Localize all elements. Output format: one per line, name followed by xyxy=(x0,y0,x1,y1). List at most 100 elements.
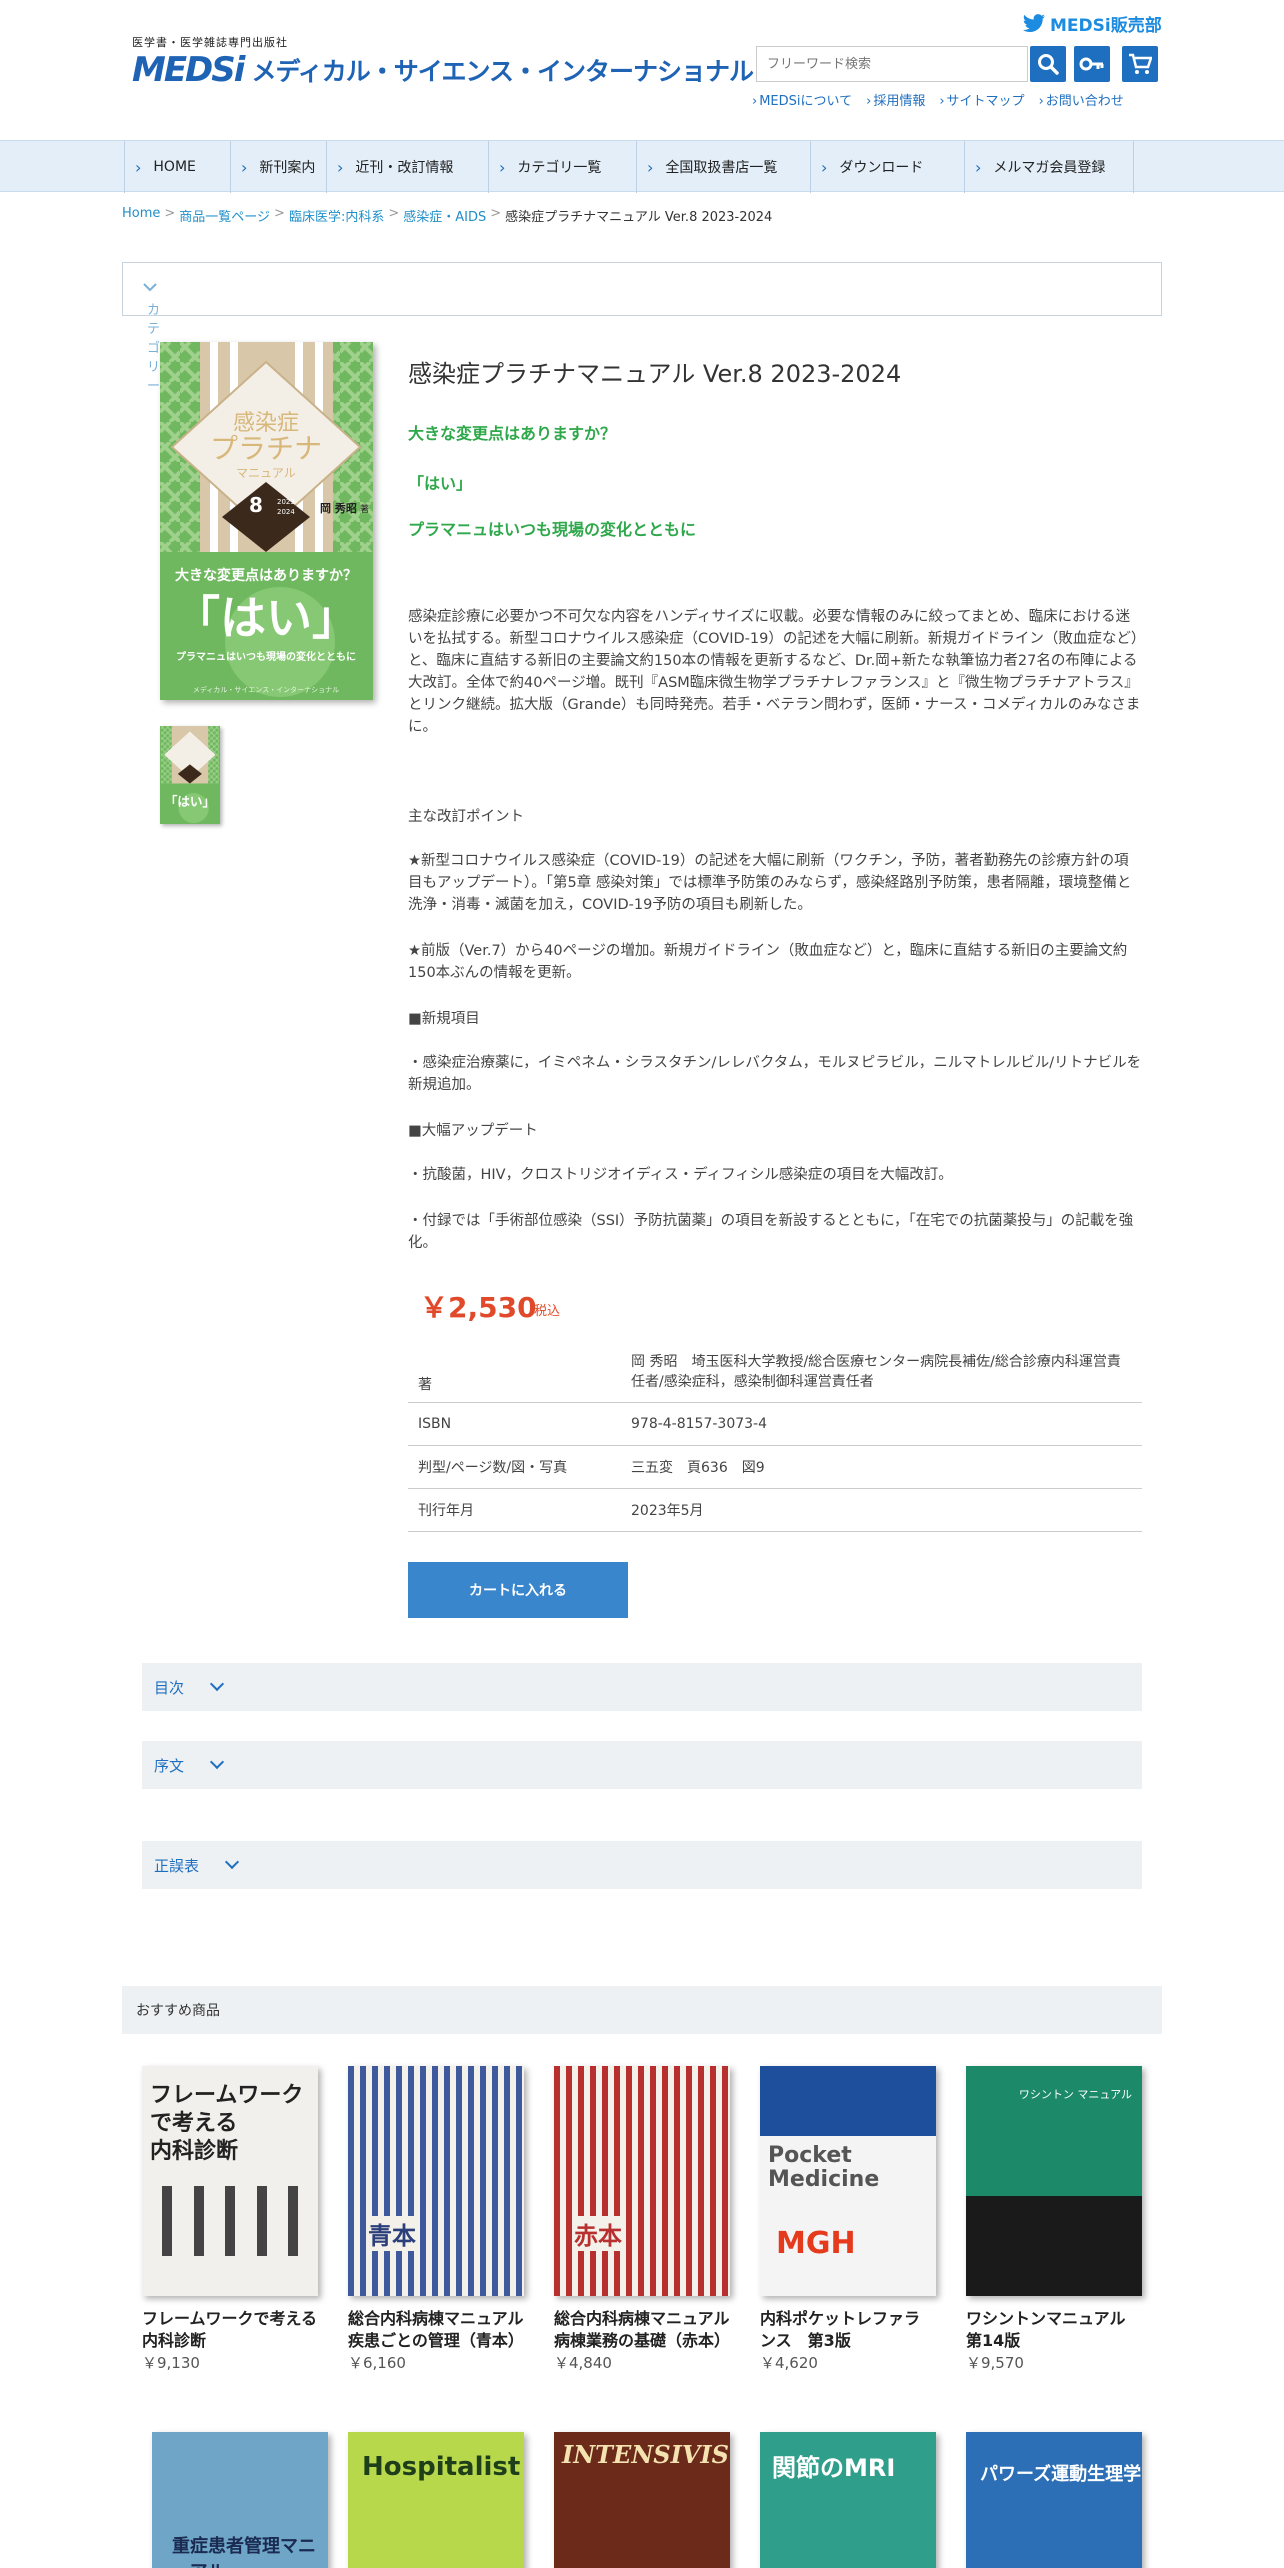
spec-key: 刊行年月 xyxy=(408,1488,621,1532)
accordion-preface[interactable]: 序文 xyxy=(142,1741,1142,1789)
recommended-cover[interactable]: パワーズ運動生理学 xyxy=(966,2432,1142,2568)
utility-links: MEDSiについて 採用情報 サイトマップ お問い合わせ xyxy=(752,90,1124,109)
global-nav: HOME 新刊案内 近刊・改訂情報 カテゴリ一覧 全国取扱書店一覧 ダウンロード… xyxy=(0,140,1284,193)
svg-text:岡 秀昭: 岡 秀昭 xyxy=(320,501,357,515)
recommended-item[interactable]: 重症患者管理マニュアル xyxy=(152,2432,328,2568)
recommended-cover[interactable]: 赤本 xyxy=(554,2066,730,2296)
search-icon xyxy=(1038,54,1059,75)
recommended-item[interactable]: INTENSIVIST xyxy=(554,2432,730,2568)
recommended-cover[interactable]: フレームワークで考える 内科診断 xyxy=(142,2066,318,2296)
spec-row-author: 著 岡 秀昭 埼玉医科大学教授/総合医療センター病院長補佐/総合診療内科運営責任… xyxy=(408,1340,1142,1403)
revision-points-heading: 主な改訂ポイント xyxy=(408,809,524,825)
recommended-price: ￥9,130 xyxy=(142,2354,200,2372)
price-tax-label: 税込 xyxy=(534,1304,561,1319)
recommended-name[interactable]: 総合内科病棟マニュアル 疾患ごとの管理（青本） xyxy=(348,2308,540,2352)
revision-point-2: ★前版（Ver.7）から40ページの増加。新規ガイドライン（敗血症など）と，臨床… xyxy=(408,943,1128,981)
logo-mark: MEDSi xyxy=(132,50,245,90)
update-item-1: ・抗酸菌，HIV，クロストリジオイディス・ディフィシル感染症の項目を大幅改訂。 xyxy=(408,1167,953,1183)
util-link-sitemap[interactable]: サイトマップ xyxy=(939,90,1025,109)
recommended-price: ￥9,570 xyxy=(966,2354,1024,2372)
svg-text:プラマニュはいつも現場の変化とともに: プラマニュはいつも現場の変化とともに xyxy=(176,650,356,663)
nav-newsletter[interactable]: メルマガ会員登録 xyxy=(964,141,1134,193)
util-link-contact[interactable]: お問い合わせ xyxy=(1039,90,1124,109)
recommended-cover[interactable]: 青本 xyxy=(348,2066,524,2296)
site-logo[interactable]: MEDSi メディカル・サイエンス・インターナショナル xyxy=(132,50,754,90)
recommended-item[interactable]: ワシントン マニュアル ワシントンマニュアル 第14版 ￥9,570 xyxy=(966,2066,1142,2373)
nav-home[interactable]: HOME xyxy=(124,141,230,193)
accordion-toc[interactable]: 目次 xyxy=(142,1663,1142,1711)
search-button[interactable] xyxy=(1030,46,1066,82)
breadcrumb-home[interactable]: Home xyxy=(122,206,160,225)
accordion-label: 序文 xyxy=(154,1756,185,1775)
breadcrumb-products[interactable]: 商品一覧ページ xyxy=(179,206,270,225)
nav-upcoming[interactable]: 近刊・改訂情報 xyxy=(326,141,488,193)
recommended-item[interactable]: 赤本 総合内科病棟マニュアル 病棟業務の基礎（赤本） ￥4,840 xyxy=(554,2066,746,2373)
spec-value: 2023年5月 xyxy=(621,1488,1142,1532)
recommended-item[interactable]: 関節のMRI xyxy=(760,2432,936,2568)
book-cover-image[interactable]: 感染症 プラチナ マニュアル 8 2023 2024 岡 秀昭 著 大きな変更点… xyxy=(160,342,373,700)
nav-download[interactable]: ダウンロード xyxy=(810,141,964,193)
recommended-cover[interactable]: ワシントン マニュアル xyxy=(966,2066,1142,2296)
recommended-item[interactable]: パワーズ運動生理学 xyxy=(966,2432,1142,2568)
util-link-careers[interactable]: 採用情報 xyxy=(866,90,925,109)
cover-art: 感染症 プラチナ マニュアル 8 2023 2024 岡 秀昭 著 大きな変更点… xyxy=(160,342,373,700)
recommended-name[interactable]: 総合内科病棟マニュアル 病棟業務の基礎（赤本） xyxy=(554,2308,746,2352)
search-input[interactable] xyxy=(756,46,1028,82)
nav-categories[interactable]: カテゴリ一覧 xyxy=(488,141,636,193)
util-link-about[interactable]: MEDSiについて xyxy=(752,90,852,109)
recommended-name[interactable]: フレームワークで考える内科診断 xyxy=(142,2308,318,2352)
recommended-name[interactable]: 内科ポケットレファランス 第3版 xyxy=(760,2308,936,2352)
add-to-cart-button[interactable]: カートに入れる xyxy=(408,1562,628,1618)
recommended-item[interactable]: Pocket Medicine MGH 内科ポケットレファランス 第3版 ￥4,… xyxy=(760,2066,936,2373)
category-dropdown[interactable]: カテゴリー xyxy=(122,262,1162,394)
accordion-label: 正誤表 xyxy=(154,1856,200,1875)
spec-row-isbn: ISBN 978-4-8157-3073-4 xyxy=(408,1402,1142,1446)
svg-text:著: 著 xyxy=(360,503,369,515)
recommended-cover[interactable]: Hospitalist xyxy=(348,2432,524,2568)
recommended-item[interactable]: Hospitalist xyxy=(348,2432,524,2568)
publisher-tagline: 医学書・医学雑誌専門出版社 xyxy=(132,36,288,49)
chevron-down-icon xyxy=(224,1854,240,1870)
cart-button[interactable] xyxy=(1122,46,1158,82)
login-button[interactable] xyxy=(1074,46,1110,82)
nav-new-releases[interactable]: 新刊案内 xyxy=(230,141,326,193)
accordion-errata[interactable]: 正誤表 xyxy=(142,1841,1142,1889)
spec-key: 判型/ページ数/図・写真 xyxy=(408,1445,621,1489)
svg-text:2023: 2023 xyxy=(277,498,295,506)
logo-name: メディカル・サイエンス・インターナショナル xyxy=(251,57,754,86)
svg-text:マニュアル: マニュアル xyxy=(236,466,296,480)
spec-key: ISBN xyxy=(408,1402,621,1446)
update-item-2: ・付録では「手術部位感染（SSI）予防抗菌薬」の項目を新設するとともに，「在宅で… xyxy=(408,1213,1134,1251)
category-label: カテゴリー xyxy=(135,281,160,394)
book-cover-thumbnail[interactable]: 「はい」 xyxy=(160,726,220,824)
recommended-item[interactable]: フレームワークで考える 内科診断 フレームワークで考える内科診断 ￥9,130 xyxy=(142,2066,318,2373)
updates-heading: ■大幅アップデート xyxy=(408,1123,538,1139)
recommended-item[interactable]: 青本 総合内科病棟マニュアル 疾患ごとの管理（青本） ￥6,160 xyxy=(348,2066,540,2373)
breadcrumb-internal-medicine[interactable]: 臨床医学:内科系 xyxy=(289,206,384,225)
recommended-cover[interactable]: Pocket Medicine MGH xyxy=(760,2066,936,2296)
recommended-heading: おすすめ商品 xyxy=(122,1986,1162,2034)
svg-text:大きな変更点はありますか？: 大きな変更点はありますか？ xyxy=(175,567,357,584)
breadcrumb-current: 感染症プラチナマニュアル Ver.8 2023-2024 xyxy=(505,210,773,225)
nav-bookstores[interactable]: 全国取扱書店一覧 xyxy=(636,141,810,193)
svg-text:8: 8 xyxy=(249,493,263,517)
twitter-icon xyxy=(1023,13,1045,32)
new-items-heading: ■新規項目 xyxy=(408,1011,480,1027)
svg-text:2024: 2024 xyxy=(277,508,295,516)
recommended-price: ￥6,160 xyxy=(348,2354,406,2372)
recommended-cover[interactable]: 重症患者管理マニュアル xyxy=(152,2432,328,2568)
recommended-cover[interactable]: 関節のMRI xyxy=(760,2432,936,2568)
breadcrumb: Home > 商品一覧ページ > 臨床医学:内科系 > 感染症・AIDS > 感染症プラ… xyxy=(122,206,773,225)
twitter-link[interactable]: MEDSi販売部 xyxy=(1022,11,1162,36)
cart-icon xyxy=(1129,53,1152,74)
product-title: 感染症プラチナマニュアル Ver.8 2023-2024 xyxy=(408,360,902,388)
recommended-name[interactable]: ワシントンマニュアル 第14版 xyxy=(966,2308,1142,2352)
new-item-text: ・感染症治療薬に，イミペネム・シラスタチン/レレバクタム，モルヌピラビル，ニルマ… xyxy=(408,1055,1142,1093)
breadcrumb-infectious-disease[interactable]: 感染症・AIDS xyxy=(403,206,486,225)
recommended-cover[interactable]: INTENSIVIST xyxy=(554,2432,730,2568)
spec-row-date: 刊行年月 2023年5月 xyxy=(408,1488,1142,1532)
accordion-label: 目次 xyxy=(154,1678,185,1697)
product-spec-table: 著 岡 秀昭 埼玉医科大学教授/総合医療センター病院長補佐/総合診療内科運営責任… xyxy=(408,1340,1142,1532)
chevron-down-icon xyxy=(209,1676,225,1692)
product-tagline-sub: プラマニュはいつも現場の変化とともに xyxy=(408,520,697,539)
